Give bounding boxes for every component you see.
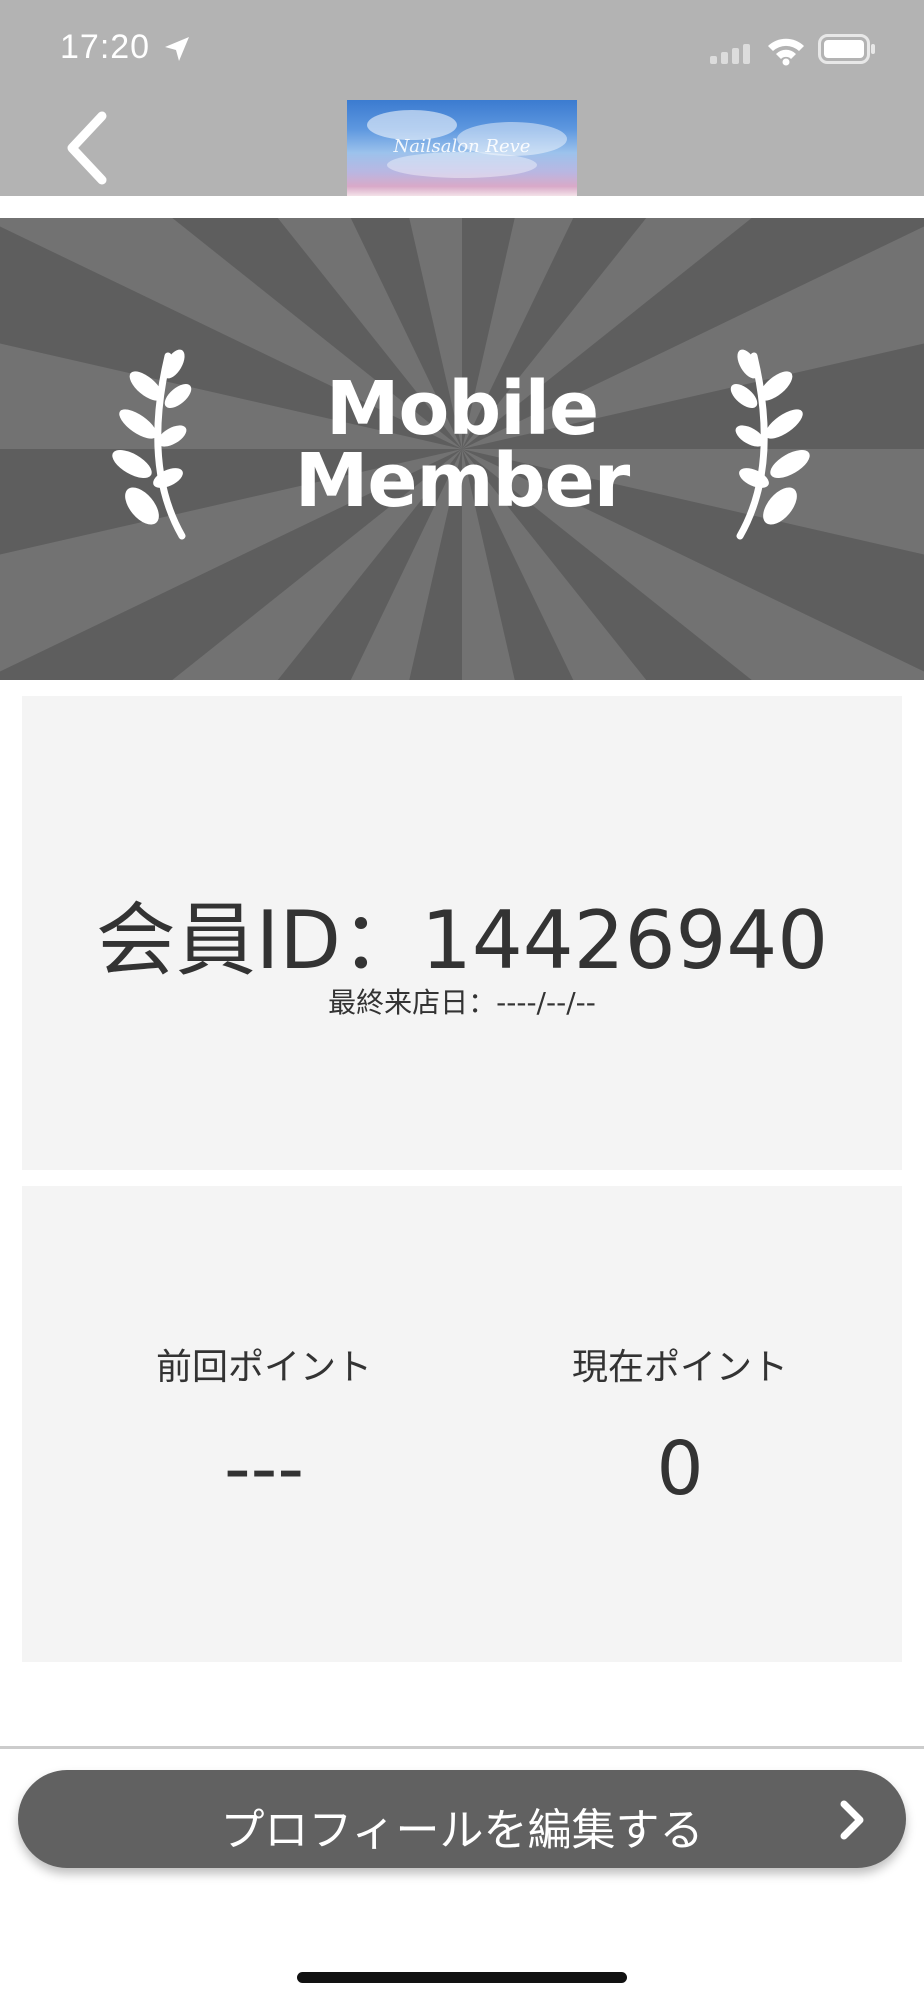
nav-bar: Nailsalon Reve xyxy=(0,100,924,196)
back-button[interactable] xyxy=(60,108,130,188)
current-points-label: 現在ポイント xyxy=(571,1347,788,1388)
laurel-right-icon xyxy=(730,349,810,540)
home-indicator xyxy=(297,1972,627,1983)
previous-points-value: --- xyxy=(223,1426,305,1512)
status-bar: 17:20 xyxy=(0,0,924,100)
battery-icon xyxy=(818,34,875,64)
member-id: 会員ID：14426940 xyxy=(95,894,829,987)
signal-icon xyxy=(710,44,750,64)
chevron-left-icon xyxy=(67,111,107,185)
current-points-value: 0 xyxy=(656,1426,704,1512)
chevron-right-icon xyxy=(840,1800,864,1840)
previous-points-label: 前回ポイント xyxy=(155,1347,372,1388)
logo-text: Nailsalon Reve xyxy=(393,136,531,157)
location-arrow-icon xyxy=(165,37,189,61)
mobile-member-banner: Mobile Member xyxy=(0,218,924,680)
last-visit-date: 最終来店日：----/--/-- xyxy=(328,986,596,1019)
status-time: 17:20 xyxy=(60,28,151,66)
wifi-icon xyxy=(768,38,804,66)
member-id-card: 会員ID：14426940 最終来店日：----/--/-- xyxy=(22,696,902,1170)
edit-profile-label: プロフィールを編集する xyxy=(220,1805,704,1856)
divider xyxy=(0,1746,924,1749)
edit-profile-button[interactable]: プロフィールを編集する xyxy=(18,1770,906,1868)
points-card: 前回ポイント --- 現在ポイント 0 xyxy=(22,1186,902,1662)
shop-logo: Nailsalon Reve xyxy=(347,100,577,196)
